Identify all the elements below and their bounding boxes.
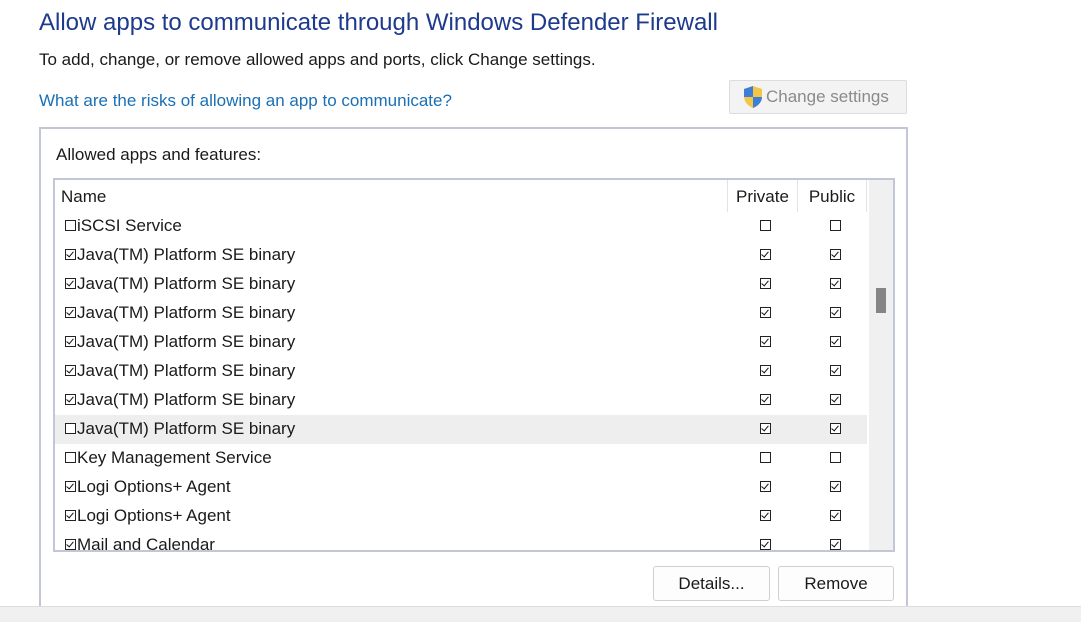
enable-checkbox[interactable] bbox=[65, 365, 76, 376]
private-checkbox[interactable] bbox=[760, 249, 771, 260]
private-checkbox[interactable] bbox=[760, 278, 771, 289]
public-checkbox[interactable] bbox=[830, 249, 841, 260]
public-checkbox[interactable] bbox=[830, 220, 841, 231]
public-checkbox[interactable] bbox=[830, 365, 841, 376]
list-item[interactable]: Mail and Calendar bbox=[55, 531, 867, 552]
enable-checkbox[interactable] bbox=[65, 510, 76, 521]
remove-button[interactable]: Remove bbox=[778, 566, 894, 601]
app-name: Java(TM) Platform SE binary bbox=[77, 332, 296, 351]
public-checkbox[interactable] bbox=[830, 394, 841, 405]
uac-shield-icon bbox=[742, 85, 764, 109]
enable-checkbox[interactable] bbox=[65, 539, 76, 550]
public-checkbox[interactable] bbox=[830, 307, 841, 318]
list-item[interactable]: Java(TM) Platform SE binary bbox=[55, 328, 867, 357]
enable-checkbox[interactable] bbox=[65, 249, 76, 260]
app-name: Java(TM) Platform SE binary bbox=[77, 361, 296, 380]
enable-checkbox[interactable] bbox=[65, 336, 76, 347]
private-checkbox[interactable] bbox=[760, 365, 771, 376]
app-name: Java(TM) Platform SE binary bbox=[77, 303, 296, 322]
list-item[interactable]: iSCSI Service bbox=[55, 212, 867, 241]
page-subtitle: To add, change, or remove allowed apps a… bbox=[39, 50, 596, 69]
public-checkbox[interactable] bbox=[830, 510, 841, 521]
allowed-apps-list[interactable]: Name Private Public iSCSI Service Java(TM… bbox=[53, 178, 895, 552]
private-checkbox[interactable] bbox=[760, 336, 771, 347]
private-checkbox[interactable] bbox=[760, 452, 771, 463]
private-checkbox[interactable] bbox=[760, 307, 771, 318]
enable-checkbox[interactable] bbox=[65, 423, 76, 434]
list-rows: iSCSI Service Java(TM) Platform SE binary… bbox=[55, 212, 867, 552]
app-name: Key Management Service bbox=[77, 448, 272, 467]
scrollbar-thumb[interactable] bbox=[876, 288, 886, 313]
list-item[interactable]: Java(TM) Platform SE binary bbox=[55, 386, 867, 415]
vertical-scrollbar[interactable] bbox=[869, 180, 893, 550]
public-checkbox[interactable] bbox=[830, 278, 841, 289]
app-name: iSCSI Service bbox=[77, 216, 182, 235]
private-checkbox[interactable] bbox=[760, 510, 771, 521]
private-checkbox[interactable] bbox=[760, 539, 771, 550]
public-checkbox[interactable] bbox=[830, 336, 841, 347]
app-name: Mail and Calendar bbox=[77, 535, 215, 552]
column-header-public[interactable]: Public bbox=[797, 180, 867, 212]
public-checkbox[interactable] bbox=[830, 539, 841, 550]
public-checkbox[interactable] bbox=[830, 452, 841, 463]
column-header-name[interactable]: Name bbox=[61, 180, 721, 212]
list-item[interactable]: Logi Options+ Agent bbox=[55, 502, 867, 531]
private-checkbox[interactable] bbox=[760, 394, 771, 405]
list-item[interactable]: Java(TM) Platform SE binary bbox=[55, 299, 867, 328]
list-header: Name Private Public bbox=[55, 180, 867, 212]
list-item[interactable]: Logi Options+ Agent bbox=[55, 473, 867, 502]
list-item[interactable]: Java(TM) Platform SE binary bbox=[55, 415, 867, 444]
app-name: Java(TM) Platform SE binary bbox=[77, 245, 296, 264]
allowed-apps-label: Allowed apps and features: bbox=[56, 145, 262, 164]
list-item[interactable]: Java(TM) Platform SE binary bbox=[55, 241, 867, 270]
list-item[interactable]: Java(TM) Platform SE binary bbox=[55, 357, 867, 386]
public-checkbox[interactable] bbox=[830, 481, 841, 492]
page-title: Allow apps to communicate through Window… bbox=[39, 9, 718, 36]
column-header-private[interactable]: Private bbox=[727, 180, 797, 212]
app-name: Logi Options+ Agent bbox=[77, 477, 231, 496]
private-checkbox[interactable] bbox=[760, 481, 771, 492]
app-name: Java(TM) Platform SE binary bbox=[77, 274, 296, 293]
window-bottom-bar bbox=[0, 606, 1081, 622]
risks-help-link[interactable]: What are the risks of allowing an app to… bbox=[39, 91, 452, 111]
change-settings-label: Change settings bbox=[766, 87, 889, 106]
private-checkbox[interactable] bbox=[760, 423, 771, 434]
list-item[interactable]: Key Management Service bbox=[55, 444, 867, 473]
enable-checkbox[interactable] bbox=[65, 452, 76, 463]
private-checkbox[interactable] bbox=[760, 220, 771, 231]
app-name: Logi Options+ Agent bbox=[77, 506, 231, 525]
app-name: Java(TM) Platform SE binary bbox=[77, 419, 296, 438]
enable-checkbox[interactable] bbox=[65, 220, 76, 231]
list-item[interactable]: Java(TM) Platform SE binary bbox=[55, 270, 867, 299]
enable-checkbox[interactable] bbox=[65, 278, 76, 289]
enable-checkbox[interactable] bbox=[65, 394, 76, 405]
public-checkbox[interactable] bbox=[830, 423, 841, 434]
app-name: Java(TM) Platform SE binary bbox=[77, 390, 296, 409]
enable-checkbox[interactable] bbox=[65, 481, 76, 492]
details-button[interactable]: Details... bbox=[653, 566, 770, 601]
change-settings-button[interactable]: Change settings bbox=[729, 80, 907, 114]
enable-checkbox[interactable] bbox=[65, 307, 76, 318]
